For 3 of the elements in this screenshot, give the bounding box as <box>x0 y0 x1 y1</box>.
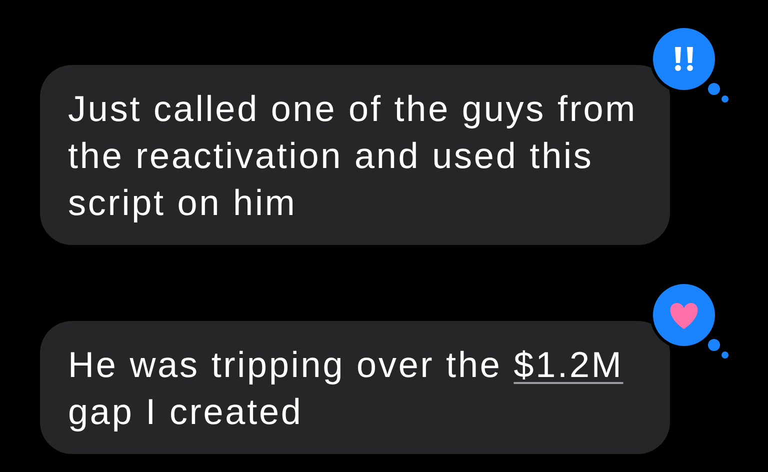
message-bubble: Just called one of the guys from the reactivation and used this script on him <box>40 65 670 245</box>
amount-link[interactable]: $1.2M <box>514 344 624 385</box>
message-bubble: He was tripping over the $1.2M gap I created <box>40 321 670 454</box>
